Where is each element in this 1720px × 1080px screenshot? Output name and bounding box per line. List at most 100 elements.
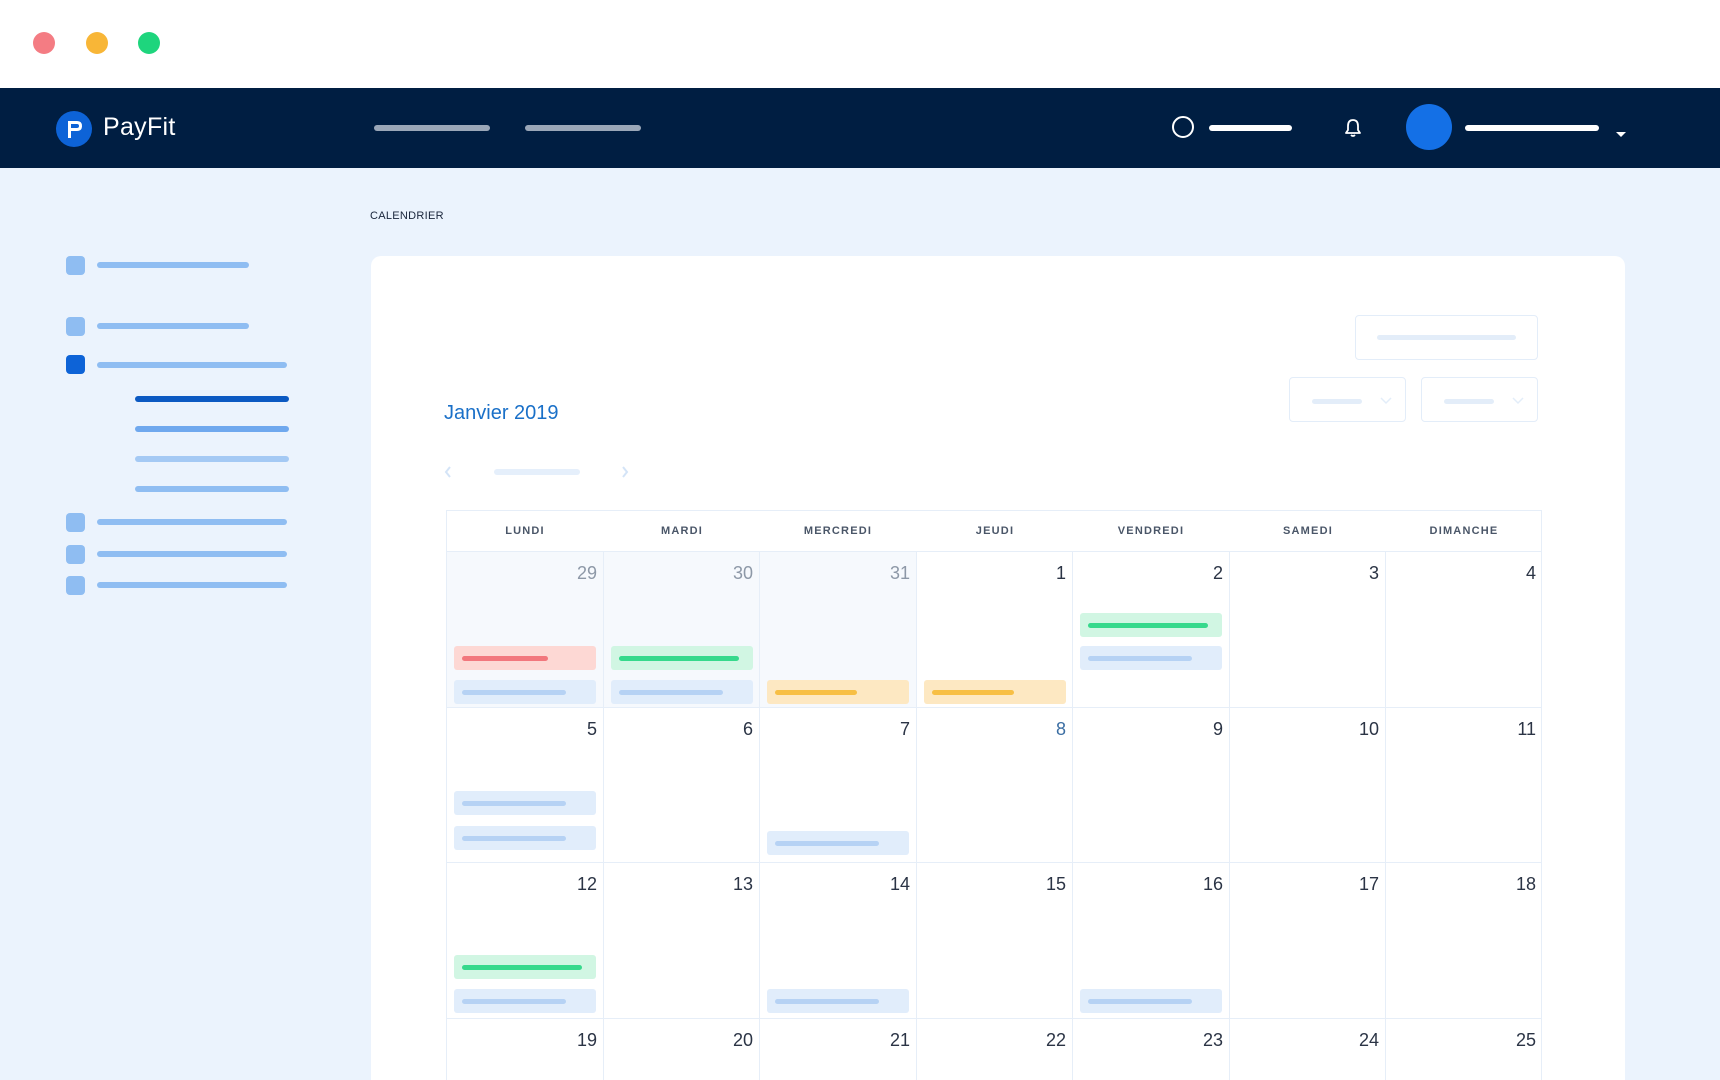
day-cell[interactable]: 5 [447, 708, 604, 863]
month-title: Janvier 2019 [444, 402, 559, 424]
sidebar-item-label[interactable] [97, 262, 249, 268]
day-cell[interactable]: 17 [1230, 863, 1386, 1019]
brand-name[interactable]: PayFit [103, 113, 176, 142]
day-number: 7 [899, 719, 910, 739]
search-icon[interactable] [1172, 116, 1194, 138]
filter-select[interactable] [1421, 377, 1538, 422]
day-cell[interactable]: 2 [1073, 551, 1230, 708]
breadcrumb: CALENDRIER [370, 210, 444, 222]
weekday-header: MARDI [660, 525, 704, 537]
day-cell[interactable]: 15 [917, 863, 1073, 1019]
caret-down-icon[interactable] [1615, 126, 1627, 144]
user-name-placeholder[interactable] [1465, 125, 1599, 131]
event-chip[interactable] [454, 826, 596, 850]
day-cell[interactable]: 9 [1073, 708, 1230, 863]
bell-icon[interactable] [1343, 117, 1363, 144]
day-cell[interactable]: 11 [1386, 708, 1542, 863]
chevron-down-icon [1512, 397, 1524, 405]
event-chip[interactable] [454, 680, 596, 704]
day-cell[interactable]: 16 [1073, 863, 1230, 1019]
day-cell[interactable]: 31 [760, 551, 917, 708]
day-number: 4 [1525, 563, 1536, 583]
sidebar-item-label[interactable] [97, 323, 249, 329]
event-chip[interactable] [767, 831, 909, 855]
sidebar-item-label[interactable] [97, 519, 287, 525]
weekday-header: VENDREDI [1117, 525, 1185, 537]
day-cell[interactable]: 3 [1230, 551, 1386, 708]
day-number: 14 [889, 874, 910, 894]
sidebar-item-label[interactable] [97, 582, 287, 588]
action-button[interactable] [1355, 315, 1538, 360]
event-chip[interactable] [611, 680, 753, 704]
event-chip[interactable] [611, 646, 753, 670]
day-cell[interactable]: 6 [604, 708, 760, 863]
event-chip[interactable] [767, 680, 909, 704]
sidebar-subitem[interactable] [135, 426, 289, 432]
window-maximize-button[interactable] [138, 32, 160, 54]
event-chip[interactable] [1080, 613, 1222, 637]
day-number: 1 [1055, 563, 1066, 583]
day-number: 22 [1045, 1030, 1066, 1050]
sidebar-item-icon [66, 545, 85, 564]
day-number: 30 [732, 563, 753, 583]
window-close-button[interactable] [33, 32, 55, 54]
day-cell[interactable]: 23 [1073, 1019, 1230, 1080]
nav-link-placeholder[interactable] [374, 125, 490, 131]
day-cell[interactable]: 1 [917, 551, 1073, 708]
calendar-grid: LUNDI MARDI MERCREDI JEUDI VENDREDI SAME… [446, 510, 1542, 1080]
event-label-placeholder [775, 999, 879, 1004]
day-number: 2 [1212, 563, 1223, 583]
day-cell[interactable]: 18 [1386, 863, 1542, 1019]
nav-link-placeholder[interactable] [525, 125, 641, 131]
day-number: 3 [1368, 563, 1379, 583]
day-cell[interactable]: 14 [760, 863, 917, 1019]
event-chip[interactable] [454, 955, 596, 979]
day-cell[interactable]: 4 [1386, 551, 1542, 708]
day-cell-today[interactable]: 8 [917, 708, 1073, 863]
day-cell[interactable]: 24 [1230, 1019, 1386, 1080]
weekday-header: MERCREDI [803, 525, 873, 537]
search-input-placeholder[interactable] [1209, 125, 1292, 131]
day-number-today: 8 [1055, 719, 1066, 739]
sidebar-subitem-active[interactable] [135, 396, 289, 402]
day-cell[interactable]: 10 [1230, 708, 1386, 863]
sidebar-subitem[interactable] [135, 486, 289, 492]
event-chip[interactable] [1080, 646, 1222, 670]
event-label-placeholder [462, 801, 566, 806]
day-cell[interactable]: 22 [917, 1019, 1073, 1080]
day-cell[interactable]: 12 [447, 863, 604, 1019]
weekday-header: DIMANCHE [1429, 525, 1499, 537]
sidebar-item-icon [66, 256, 85, 275]
day-cell[interactable]: 25 [1386, 1019, 1542, 1080]
day-cell[interactable]: 21 [760, 1019, 917, 1080]
day-cell[interactable]: 19 [447, 1019, 604, 1080]
sidebar-item-label[interactable] [97, 551, 287, 557]
day-cell[interactable]: 7 [760, 708, 917, 863]
day-number: 24 [1358, 1030, 1379, 1050]
day-number: 17 [1358, 874, 1379, 894]
chevron-right-icon[interactable] [620, 465, 630, 484]
window-minimize-button[interactable] [86, 32, 108, 54]
event-chip[interactable] [454, 646, 596, 670]
event-chip[interactable] [454, 791, 596, 815]
chevron-left-icon[interactable] [443, 465, 453, 484]
day-cell[interactable]: 30 [604, 551, 760, 708]
event-label-placeholder [462, 965, 582, 970]
sidebar-subitem[interactable] [135, 456, 289, 462]
sidebar-item-icon [66, 513, 85, 532]
avatar[interactable] [1406, 104, 1452, 150]
event-label-placeholder [1088, 999, 1192, 1004]
event-chip[interactable] [454, 989, 596, 1013]
payfit-logo-icon[interactable] [56, 111, 92, 147]
sidebar-item-label-active[interactable] [97, 362, 287, 368]
event-chip[interactable] [767, 989, 909, 1013]
day-number: 11 [1517, 719, 1536, 739]
day-number: 12 [576, 874, 597, 894]
day-cell[interactable]: 29 [447, 551, 604, 708]
view-select[interactable] [1289, 377, 1406, 422]
event-chip[interactable] [924, 680, 1066, 704]
day-cell[interactable]: 13 [604, 863, 760, 1019]
weekday-header: LUNDI [505, 525, 545, 537]
day-cell[interactable]: 20 [604, 1019, 760, 1080]
event-chip[interactable] [1080, 989, 1222, 1013]
